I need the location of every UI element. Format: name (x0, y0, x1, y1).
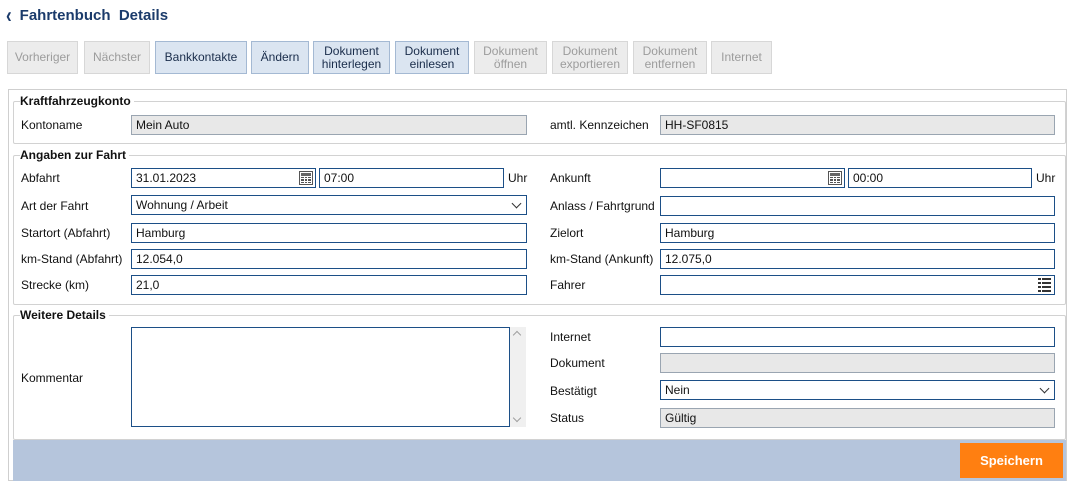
save-button[interactable]: Speichern (960, 443, 1063, 478)
odometer-arrival-label: km-Stand (Ankunft) (550, 252, 654, 266)
destination-input[interactable]: Hamburg (660, 223, 1055, 243)
next-button-label: Nächster (92, 50, 142, 64)
open-document-button-label: Dokument öffnen (483, 43, 538, 71)
list-icon[interactable] (1035, 275, 1055, 295)
license-plate-field: HH-SF0815 (660, 115, 1055, 135)
arrival-time-input[interactable]: 00:00 (848, 168, 1032, 188)
confirmed-value: Nein (665, 383, 690, 397)
departure-date-input[interactable]: 31.01.2023 (131, 168, 316, 188)
page-title[interactable]: ‹ Fahrtenbuch Details (6, 4, 169, 26)
vehicle-account-legend: Kraftfahrzeugkonto (20, 94, 134, 108)
destination-label: Zielort (550, 226, 584, 240)
arrival-label: Ankunft (550, 171, 591, 185)
confirmed-label: Bestätigt (550, 384, 597, 398)
scroll-down-icon[interactable] (512, 413, 522, 423)
arrival-time-unit: Uhr (1036, 171, 1056, 185)
comment-label: Kommentar (21, 371, 84, 385)
read-document-button[interactable]: Dokument einlesen (395, 41, 469, 74)
document-label: Dokument (550, 356, 605, 370)
status-field: Gültig (660, 408, 1055, 428)
occasion-input[interactable] (660, 196, 1055, 216)
remove-document-button-label: Dokument entfernen (642, 43, 698, 71)
edit-button-label: Ändern (260, 50, 300, 64)
trip-info-legend: Angaben zur Fahrt (20, 148, 130, 162)
arrival-date-input[interactable] (660, 168, 845, 188)
next-button[interactable]: Nächster (84, 41, 150, 74)
footer-bar (13, 440, 1066, 481)
departure-time-unit: Uhr (508, 171, 528, 185)
comment-textarea[interactable] (131, 327, 510, 427)
calendar-icon[interactable] (299, 171, 313, 185)
trip-type-select[interactable]: Wohnung / Arbeit (131, 195, 527, 215)
previous-button[interactable]: Vorheriger (7, 41, 78, 74)
further-details-legend: Weitere Details (20, 308, 109, 322)
internet-button-label: Internet (721, 50, 762, 64)
departure-label: Abfahrt (21, 171, 60, 185)
bank-contacts-button[interactable]: Bankkontakte (155, 41, 247, 74)
bank-contacts-button-label: Bankkontakte (164, 50, 238, 64)
trip-type-value: Wohnung / Arbeit (136, 198, 228, 212)
account-name-label: Kontoname (21, 118, 83, 132)
page-title-text: Fahrtenbuch Details (19, 6, 169, 24)
status-label: Status (550, 411, 585, 425)
chevron-down-icon (511, 198, 522, 208)
confirmed-select[interactable]: Nein (660, 380, 1055, 400)
license-plate-label: amtl. Kennzeichen (550, 118, 649, 132)
remove-document-button[interactable]: Dokument entfernen (633, 41, 707, 74)
store-document-button-label: Dokument hinterlegen (321, 43, 382, 71)
distance-input[interactable]: 21,0 (131, 275, 527, 295)
start-location-input[interactable]: Hamburg (131, 223, 527, 243)
store-document-button[interactable]: Dokument hinterlegen (313, 41, 390, 74)
driver-input[interactable] (660, 275, 1055, 295)
scroll-up-icon[interactable] (512, 330, 522, 340)
start-location-label: Startort (Abfahrt) (21, 226, 111, 240)
save-button-label: Speichern (980, 453, 1043, 468)
odometer-departure-input[interactable]: 12.054,0 (131, 249, 527, 269)
odometer-departure-label: km-Stand (Abfahrt) (21, 252, 123, 266)
comment-scrollbar[interactable] (510, 327, 526, 427)
previous-button-label: Vorheriger (14, 50, 71, 64)
internet-input[interactable] (660, 327, 1055, 347)
edit-button[interactable]: Ändern (251, 41, 309, 74)
calendar-icon[interactable] (828, 171, 842, 185)
trip-type-label: Art der Fahrt (21, 199, 89, 213)
occasion-label: Anlass / Fahrtgrund (550, 199, 655, 213)
internet-label: Internet (550, 330, 591, 344)
odometer-arrival-input[interactable]: 12.075,0 (660, 249, 1055, 269)
departure-time-input[interactable]: 07:00 (319, 168, 504, 188)
export-document-button-label: Dokument exportieren (559, 43, 621, 71)
distance-label: Strecke (km) (21, 278, 90, 292)
back-chevron-icon[interactable]: ‹ (6, 4, 12, 26)
read-document-button-label: Dokument einlesen (404, 43, 460, 71)
account-name-field: Mein Auto (131, 115, 527, 135)
export-document-button[interactable]: Dokument exportieren (552, 41, 628, 74)
open-document-button[interactable]: Dokument öffnen (474, 41, 547, 74)
internet-button[interactable]: Internet (711, 41, 772, 74)
document-field (660, 353, 1055, 373)
chevron-down-icon (1039, 383, 1050, 393)
driver-label: Fahrer (550, 278, 586, 292)
